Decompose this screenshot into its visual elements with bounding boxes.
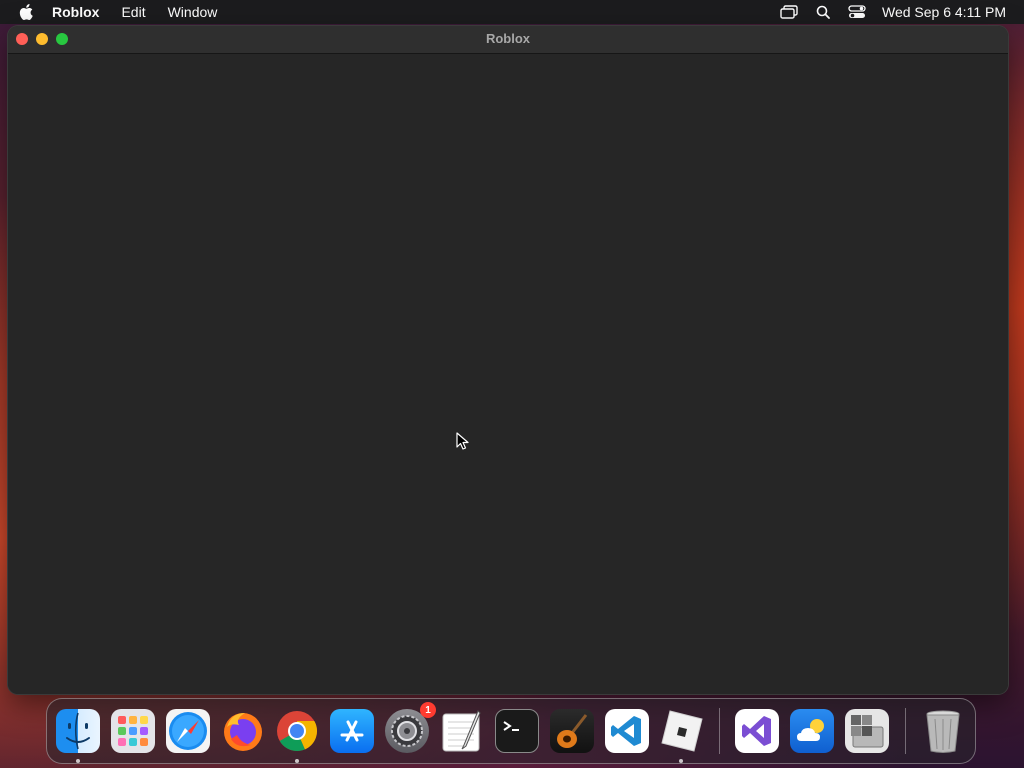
firefox-icon: [223, 713, 262, 751]
trash-icon: [926, 710, 960, 753]
textedit-icon: [442, 710, 481, 752]
dock-item-finder[interactable]: [55, 708, 101, 763]
menu-app-name[interactable]: Roblox: [52, 4, 99, 20]
dock-item-firefox[interactable]: [220, 708, 266, 754]
running-indicator: [679, 759, 684, 763]
roblox-window: Roblox: [8, 26, 1008, 694]
safari-icon: [165, 709, 210, 753]
dock-item-vscode[interactable]: [604, 708, 650, 754]
dock-item-trash[interactable]: [920, 708, 966, 754]
roblox-icon: [661, 710, 704, 752]
dock-item-launchpad[interactable]: [110, 708, 156, 754]
control-center-icon[interactable]: [846, 3, 868, 21]
spotlight-search-icon[interactable]: [812, 3, 834, 21]
window-titlebar[interactable]: Roblox: [8, 26, 1008, 54]
dock-item-visual-studio[interactable]: [734, 708, 780, 754]
dock-item-chrome[interactable]: [274, 708, 320, 763]
dock: 1: [46, 698, 976, 764]
dock-separator: [905, 708, 907, 754]
apple-menu-icon[interactable]: [18, 3, 36, 21]
dock-item-safari[interactable]: [165, 708, 211, 754]
weather-icon: [790, 709, 835, 753]
garageband-guitar-icon: [549, 709, 594, 753]
dock-item-system-settings[interactable]: 1: [384, 702, 437, 754]
dock-item-textedit[interactable]: [439, 708, 485, 754]
terminal-icon: [494, 709, 539, 753]
notification-badge: 1: [420, 702, 437, 718]
launchpad-icon: [110, 709, 155, 753]
vscode-icon: [604, 709, 649, 753]
dock-item-terminal[interactable]: [494, 708, 540, 754]
screen-mirroring-icon[interactable]: [778, 3, 800, 21]
finder-icon: [55, 709, 100, 753]
menu-window[interactable]: Window: [168, 4, 218, 20]
mouse-cursor-icon: [456, 432, 469, 450]
dock-item-garageband[interactable]: [549, 708, 595, 754]
dock-item-boot-camp-assistant[interactable]: [844, 708, 890, 754]
boot-camp-assistant-icon: [845, 709, 890, 753]
dock-separator: [719, 708, 721, 754]
dock-item-roblox[interactable]: [658, 708, 704, 763]
dock-item-weather[interactable]: [789, 708, 835, 754]
menu-bar-status-area: Wed Sep 6 4:11 PM: [766, 0, 1006, 24]
menu-bar: Roblox Edit Window Wed Sep 6 4:11 PM: [0, 0, 1024, 24]
visual-studio-icon: [735, 709, 780, 753]
menu-bar-clock[interactable]: Wed Sep 6 4:11 PM: [882, 4, 1006, 20]
app-store-icon: [330, 709, 375, 753]
window-title: Roblox: [485, 31, 531, 46]
dock-item-app-store[interactable]: [329, 708, 375, 754]
running-indicator: [295, 759, 300, 763]
running-indicator: [76, 759, 80, 763]
window-content-area[interactable]: [8, 54, 1008, 694]
menu-edit[interactable]: Edit: [121, 4, 145, 20]
chrome-icon: [277, 711, 318, 752]
